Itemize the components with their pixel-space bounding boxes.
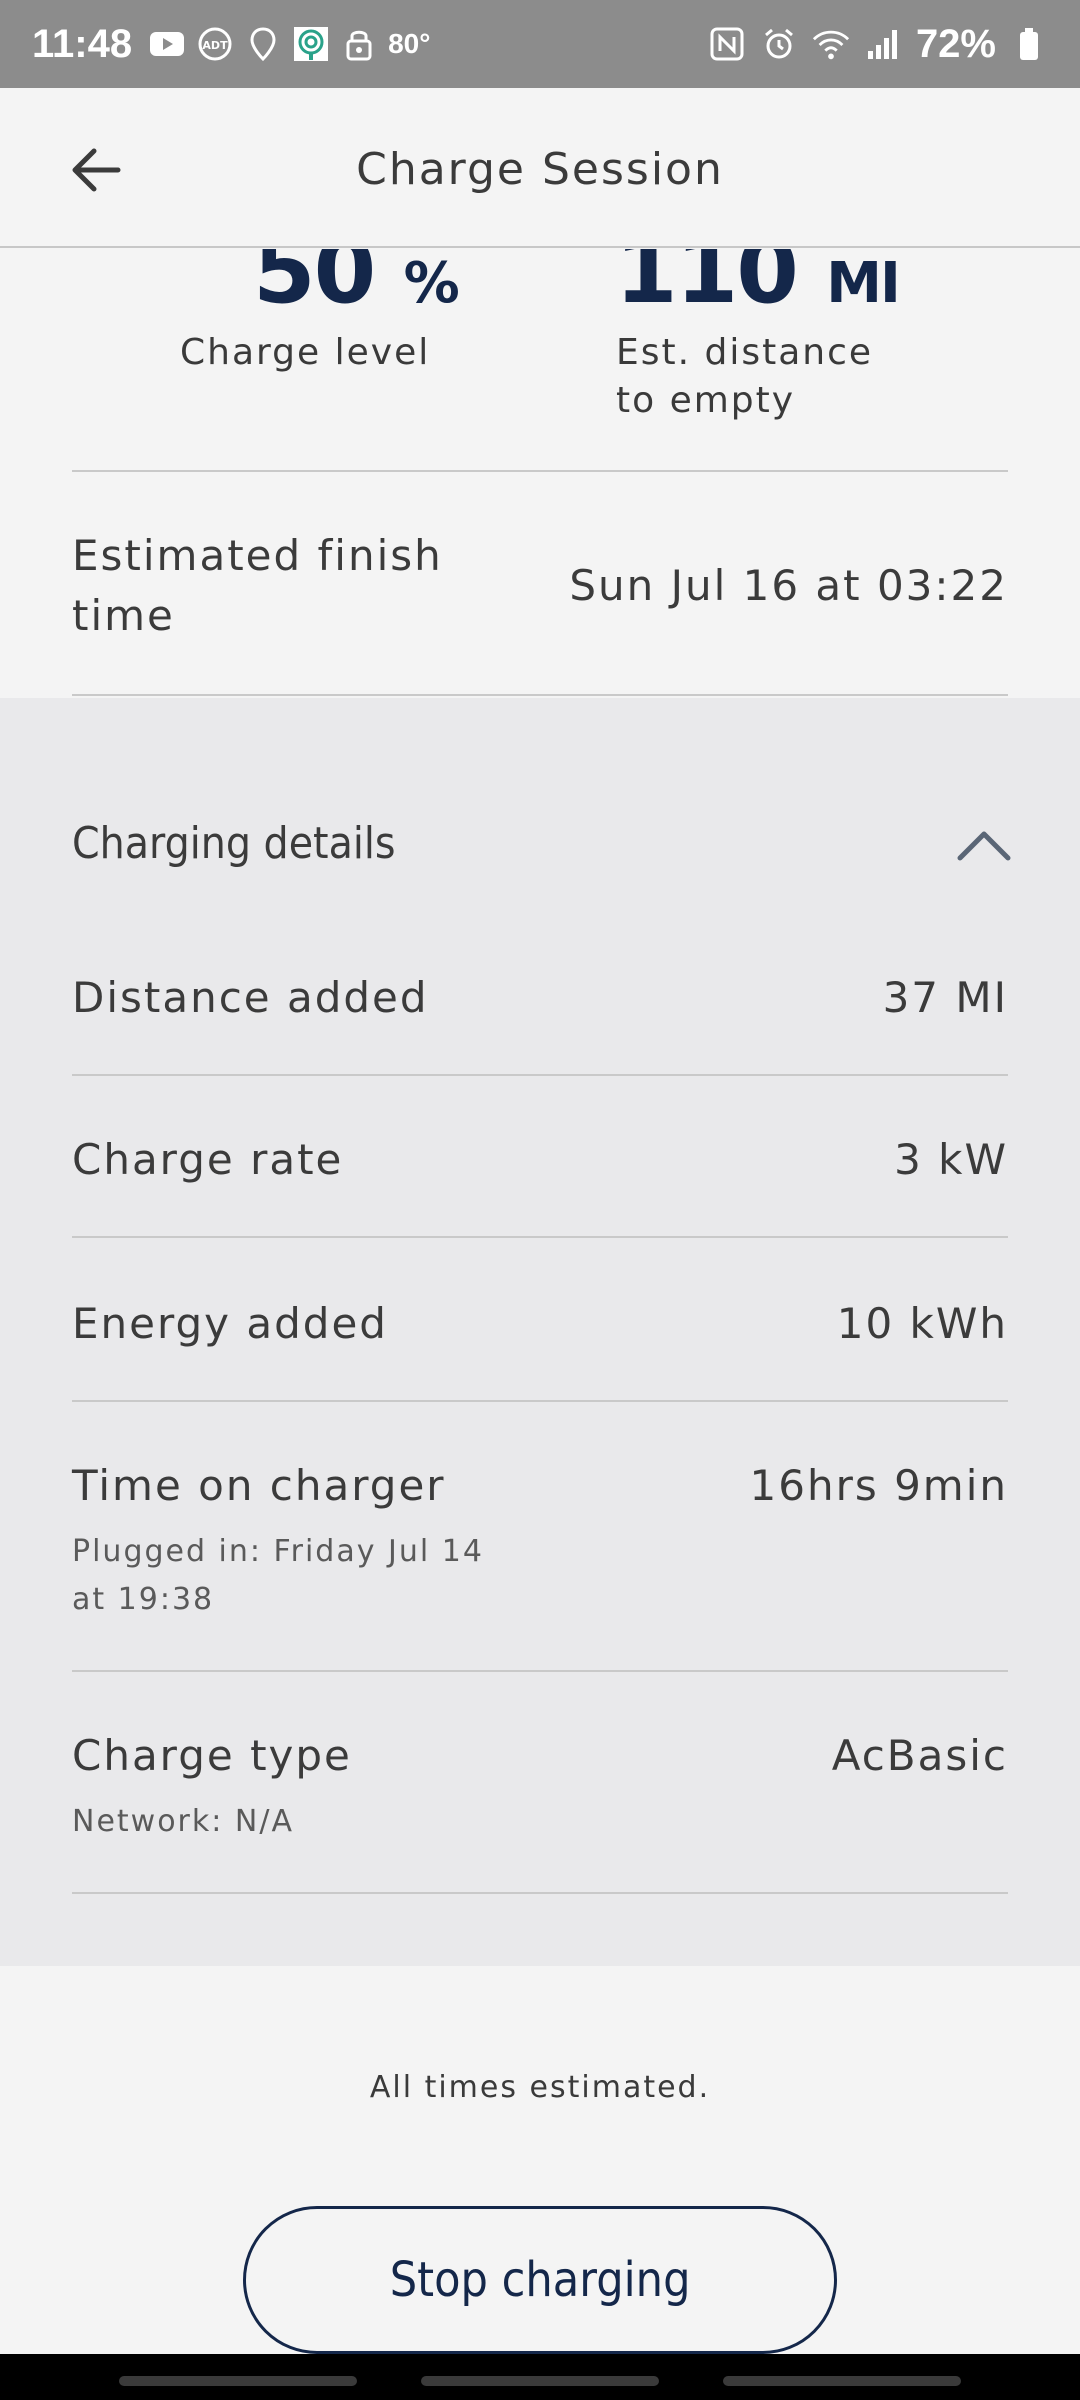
app-header: Charge Session (0, 88, 1080, 248)
alarm-icon (760, 27, 798, 61)
status-system-icons: 72% (708, 22, 1048, 67)
plugged-in-line2: at 19:38 (72, 1582, 215, 1617)
charge-level-label: Charge level (180, 332, 431, 373)
finish-time-label-line1: Estimated finish (72, 531, 443, 580)
distance-to-empty-unit: MI (826, 251, 901, 316)
chevron-up-icon (957, 831, 1011, 861)
distance-added-value: 37 MI (882, 973, 1008, 1022)
divider (72, 1236, 1008, 1238)
nav-handle (119, 2376, 357, 2386)
charging-details-panel: Charging details Distance added 37 MI Ch… (0, 698, 1080, 1966)
time-on-charger-label: Time on charger (72, 1461, 446, 1510)
lock-icon (340, 27, 378, 61)
charge-level-number: 50 (253, 249, 376, 324)
target-app-icon (292, 27, 330, 61)
page-title: Charge Session (356, 144, 724, 195)
wifi-icon (812, 27, 850, 61)
charge-type-label: Charge type (72, 1731, 352, 1780)
stop-charging-button[interactable]: Stop charging (243, 2206, 837, 2354)
charge-stats: 50 % Charge level 110 MI Est. distance t… (0, 249, 1080, 469)
distance-to-empty-value: 110 MI (615, 249, 901, 324)
nav-handle (723, 2376, 961, 2386)
status-bar: 11:48 ADT 80° 72% (0, 0, 1080, 88)
status-battery-percent: 72% (915, 21, 996, 66)
finish-time-value: Sun Jul 16 at 03:22 (569, 561, 1008, 610)
finish-time-label-line2: time (72, 591, 175, 640)
charge-type-value: AcBasic (831, 1731, 1008, 1780)
status-temperature: 80° (388, 28, 431, 59)
time-on-charger-value: 16hrs 9min (749, 1461, 1008, 1510)
charging-details-title: Charging details (72, 818, 396, 869)
charge-rate-label: Charge rate (72, 1135, 344, 1184)
stop-charging-label: Stop charging (389, 2252, 691, 2308)
status-notification-icons: ADT 80° (148, 27, 430, 61)
distance-to-empty-label: Est. distance to empty (616, 329, 873, 425)
charge-level-value: 50 % (253, 249, 460, 324)
divider (72, 694, 1008, 696)
energy-added-value: 10 kWh (836, 1299, 1008, 1348)
nfc-icon (708, 27, 746, 61)
plugged-in-info: Plugged in: Friday Jul 14 at 19:38 (72, 1528, 484, 1624)
distance-to-empty-number: 110 (615, 249, 799, 324)
distance-label-line2: to empty (616, 380, 796, 421)
charge-level-unit: % (403, 251, 460, 316)
location-pin-icon (244, 27, 282, 61)
divider (72, 470, 1008, 472)
footnote: All times estimated. (369, 2070, 711, 2105)
plugged-in-line1: Plugged in: Friday Jul 14 (72, 1534, 484, 1569)
youtube-icon (148, 27, 186, 61)
network-info: Network: N/A (72, 1804, 294, 1839)
signal-icon (864, 27, 902, 61)
distance-added-label: Distance added (72, 973, 429, 1022)
divider (72, 1074, 1008, 1076)
battery-icon (1010, 27, 1048, 61)
energy-added-label: Energy added (72, 1299, 388, 1348)
nav-handle (421, 2376, 659, 2386)
charge-rate-value: 3 kW (894, 1135, 1008, 1184)
charging-details-toggle[interactable]: Charging details (0, 738, 1080, 878)
adt-icon: ADT (196, 27, 234, 61)
divider (72, 1670, 1008, 1672)
divider (72, 1400, 1008, 1402)
divider (72, 1892, 1008, 1894)
system-nav-bar (0, 2354, 1080, 2400)
svg-text:ADT: ADT (203, 39, 229, 52)
distance-label-line1: Est. distance (616, 332, 874, 373)
finish-time-label: Estimated finish time (72, 526, 443, 646)
status-time: 11:48 (32, 21, 133, 66)
